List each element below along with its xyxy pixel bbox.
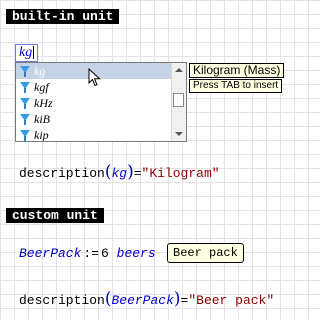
unit-filter-icon	[20, 114, 30, 125]
function-argument: kg	[111, 166, 128, 181]
autocomplete-item-label: kHz	[34, 96, 53, 110]
mouse-pointer-icon	[88, 68, 101, 87]
autocomplete-item-label: kiB	[34, 112, 50, 126]
unit-label-box: Beer pack	[167, 243, 244, 263]
equals-sign: =	[133, 166, 142, 181]
text-cursor	[33, 46, 35, 60]
unit-definition[interactable]: BeerPack:= 6 beers	[19, 246, 156, 261]
close-paren: )	[173, 289, 181, 309]
insert-hint: Press TAB to insert	[189, 79, 283, 93]
custom-unit-header: custom unit	[6, 208, 104, 223]
autocomplete-item[interactable]: kHz	[16, 95, 186, 111]
scroll-up-icon[interactable]	[175, 68, 183, 72]
unit-filter-icon	[20, 98, 30, 109]
function-name: description	[19, 293, 105, 308]
description-expression-custom[interactable]: description(BeerPack)="Beer pack"	[19, 289, 274, 309]
unit-input[interactable]: kg	[15, 44, 39, 62]
unit-filter-icon	[20, 82, 30, 93]
autocomplete-item-label: kip	[34, 128, 49, 142]
autocomplete-item-label: kg	[34, 64, 46, 78]
scroll-down-icon[interactable]	[175, 132, 183, 136]
unit-input-text: kg	[19, 45, 33, 60]
function-argument: BeerPack	[111, 293, 174, 308]
unit-filter-icon	[20, 66, 30, 77]
assign-operator: :=	[83, 246, 100, 261]
quantity-number: 6	[101, 246, 109, 261]
scroll-thumb[interactable]	[173, 93, 184, 107]
variable-name: BeerPack	[19, 246, 82, 261]
autocomplete-item[interactable]: kip	[16, 127, 186, 142]
description-expression[interactable]: description(kg)="Kilogram"	[19, 162, 220, 182]
function-name: description	[19, 166, 105, 181]
close-paren: )	[127, 162, 134, 182]
builtin-unit-header: built-in unit	[6, 9, 120, 24]
result-string: "Kilogram"	[141, 166, 220, 181]
result-string: "Beer pack"	[188, 293, 275, 308]
unit-filter-icon	[20, 130, 30, 141]
autocomplete-item[interactable]: kiB	[16, 111, 186, 127]
unit-tooltip: Kilogram (Mass)	[189, 63, 285, 78]
dropdown-scrollbar[interactable]	[171, 63, 186, 141]
unit-name: beers	[116, 246, 156, 261]
autocomplete-item-label: kgf	[34, 80, 49, 94]
